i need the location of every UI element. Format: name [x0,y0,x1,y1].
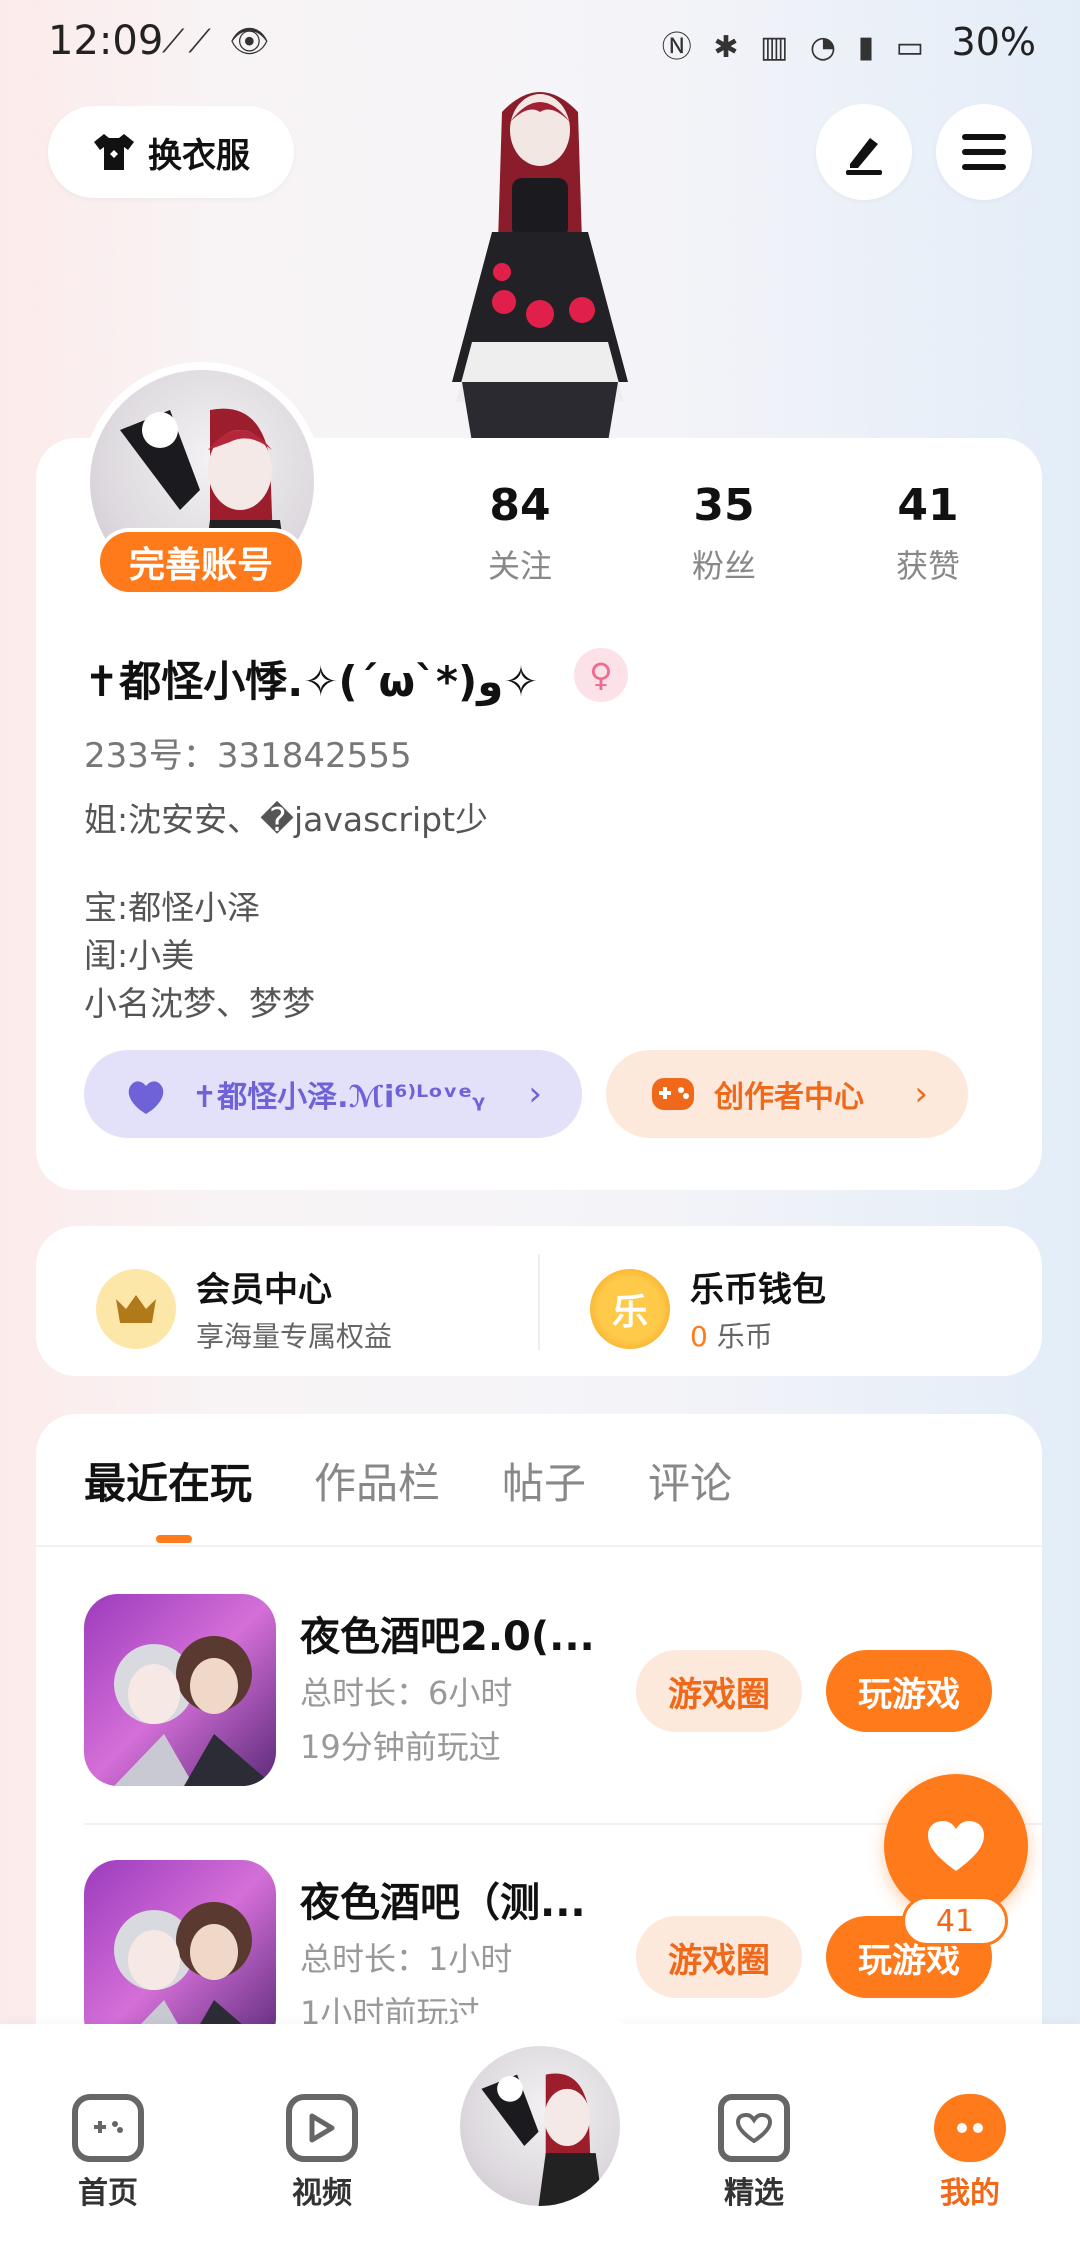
tshirt-icon [94,134,134,170]
bio-line: 宝:都怪小泽 [84,888,261,927]
nav-label: 我的 [940,2176,1000,2211]
bio-line: 小名沈梦、梦梦 [84,984,315,1023]
game-circle-button[interactable]: 游戏圈 [636,1650,802,1732]
coin-wallet-title: 乐币钱包 [690,1270,826,1310]
change-outfit-label: 换衣服 [148,135,250,176]
nav-item-home[interactable]: 首页 [48,2094,168,2212]
following-label: 关注 [487,547,552,585]
followers-stat[interactable]: 35 粉丝 [644,480,804,587]
divider [538,1254,540,1350]
notification-icons: ⟋⟋ 👁 [162,22,274,60]
game-circle-button[interactable]: 游戏圈 [636,1916,802,1998]
profile-tabs: 最近在玩 作品栏 帖子 评论 [84,1450,732,1511]
game-title: 夜色酒吧（测... [300,1880,586,1926]
nav-label: 首页 [78,2176,138,2211]
vip-center-subtitle: 享海量专属权益 [196,1320,393,1353]
game-title: 夜色酒吧2.0(... [300,1614,595,1660]
nav-label: 精选 [724,2176,784,2211]
bio-line: 闺:小美 [84,936,195,975]
creator-center-label: 创作者中心 [714,1080,864,1115]
crown-icon [96,1268,176,1349]
female-gender-icon: ♀ [574,648,628,702]
likes-stat[interactable]: 41 获赞 [848,480,1008,587]
vip-center-title: 会员中心 [196,1270,332,1310]
edit-button[interactable] [816,104,912,200]
game-last-played: 19分钟前玩过 [300,1728,501,1766]
list-item[interactable]: 夜色酒吧2.0(... 总时长：6小时 19分钟前玩过 游戏圈 玩游戏 [84,1594,996,1790]
nickname: ✝都怪小悸.✧(´ω`*)و✧ [84,657,539,706]
coin-unit: 乐币 [716,1320,773,1353]
chevron-right-icon: › [528,1074,542,1114]
divider [36,1545,1042,1547]
battery-percentage: 30% [951,20,1036,64]
gamepad-icon [72,2094,144,2162]
creator-center-button[interactable]: 创作者中心 › [606,1050,968,1138]
status-time: 12:09 [48,18,164,64]
video-play-icon [286,2094,358,2162]
pen-icon [846,138,882,175]
avatar-3d-character[interactable] [432,82,648,442]
complete-account-button[interactable]: 完善账号 [96,528,306,596]
status-bar: 12:09 ⟋⟋ 👁 Ⓝ ✱ ▥ ◔ ▮ ▭ 30% [0,0,1080,90]
game-duration: 总时长：1小时 [300,1940,513,1978]
coin-balance: 0 [690,1320,708,1353]
chevron-right-icon: › [914,1074,928,1114]
face-icon [934,2094,1006,2162]
following-stat[interactable]: 84 关注 [440,480,600,587]
user-id[interactable]: 233号：331842555 [84,728,412,777]
change-outfit-button[interactable]: 换衣服 [48,106,294,198]
nav-item-video[interactable]: 视频 [262,2094,382,2212]
hamburger-menu-icon [962,134,1006,170]
game-duration: 总时长：6小时 [300,1674,513,1712]
vip-center-entry[interactable]: 会员中心 享海量专属权益 [96,1262,392,1355]
nav-item-featured[interactable]: 精选 [694,2094,814,2212]
coin-icon: 乐 [590,1268,670,1349]
system-icons: Ⓝ ✱ ▥ ◔ ▮ ▭ [661,30,930,65]
coin-wallet-entry[interactable]: 乐 乐币钱包 0 乐币 [590,1262,826,1355]
avatar-illustration [481,2073,603,2206]
double-heart-icon [128,1081,164,1114]
like-count-badge: 41 [902,1896,1008,1946]
nav-item-me[interactable]: 我的 [910,2094,1030,2212]
tab-works[interactable]: 作品栏 [314,1450,440,1511]
partner-link-button[interactable]: ✝都怪小泽.ℳi⁶⁾ᴸᵒᵛᵉᵧ › [84,1050,582,1138]
likes-received-label: 获赞 [895,547,960,585]
game-controller-icon [652,1078,694,1110]
bio-line: 姐:沈安安、�javascript少 [84,800,489,839]
followers-count: 35 [693,480,755,531]
tab-posts[interactable]: 帖子 [502,1450,586,1511]
partner-name: ✝都怪小泽.ℳi⁶⁾ᴸᵒᵛᵉᵧ [192,1080,486,1115]
tab-comments[interactable]: 评论 [648,1450,732,1511]
likes-received-count: 41 [897,480,959,531]
menu-button[interactable] [936,104,1032,200]
heart-icon [928,1821,984,1871]
nav-center-avatar[interactable] [454,2040,626,2212]
following-count: 84 [489,480,551,531]
followers-label: 粉丝 [691,547,756,585]
game-thumbnail[interactable] [84,1594,276,1786]
nav-label: 视频 [292,2176,352,2211]
tab-recently-played[interactable]: 最近在玩 [84,1450,252,1511]
heart-diamond-icon [718,2094,790,2162]
active-tab-indicator [156,1535,192,1543]
play-game-button[interactable]: 玩游戏 [826,1650,992,1732]
